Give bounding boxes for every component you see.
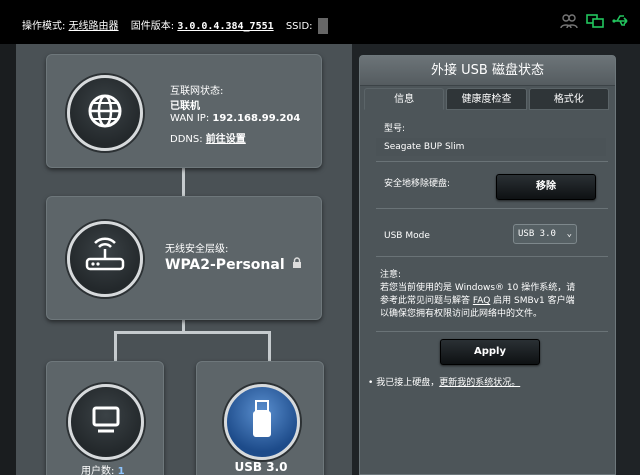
connector-internet-router xyxy=(182,168,185,196)
clients-row: 用户数: 1 xyxy=(81,462,125,475)
apply-button[interactable]: Apply xyxy=(440,339,540,365)
safe-remove-label: 安全地移除硬盘: xyxy=(384,179,451,189)
usb-icon[interactable] xyxy=(612,13,630,29)
ddns-row: DDNS: 前往设置 xyxy=(170,130,246,145)
panel-title: 外接 USB 磁盘状态 xyxy=(360,56,615,86)
router-box[interactable]: 无线安全层级: WPA2-Personal xyxy=(46,196,322,320)
wan-ip-value: 192.168.99.204 xyxy=(212,113,301,124)
status-text: 我已接上硬盘， xyxy=(376,378,440,388)
ddns-label: DDNS: xyxy=(170,134,203,145)
wan-ip-row: WAN IP: 192.168.99.204 xyxy=(170,113,300,124)
chevron-down-icon: ⌄ xyxy=(566,229,572,239)
usb-status-panel: 外接 USB 磁盘状态 信息 健康度检查 格式化 型号: Seagate BUP… xyxy=(359,55,616,475)
wireless-security-label: 无线安全层级: xyxy=(165,244,229,255)
usb-mode-label: USB Mode xyxy=(384,231,430,241)
usb-box[interactable]: USB 3.0 xyxy=(196,361,324,475)
wan-ip-label: WAN IP: xyxy=(170,113,210,124)
network-map: 互联网状态: 已联机 WAN IP: 192.168.99.204 DDNS: … xyxy=(0,44,352,475)
monitor-icon xyxy=(88,402,124,442)
firmware-link[interactable]: 3.0.0.4.384_7551 xyxy=(177,21,273,32)
internet-status-label: 互联网状态: xyxy=(170,86,224,97)
usb-drive-icon xyxy=(244,399,280,445)
internet-status-box[interactable]: 互联网状态: 已联机 WAN IP: 192.168.99.204 DDNS: … xyxy=(46,54,322,168)
note-line-2: 参考此常见问题与解答 FAQ 启用 SMBv1 客户端 xyxy=(380,295,610,308)
internet-status-value: 已联机 xyxy=(170,101,200,112)
panel-tabs: 信息 健康度检查 格式化 xyxy=(364,88,611,110)
connector-clients xyxy=(114,331,117,361)
map-left-edge xyxy=(0,44,16,475)
usb-mode-value: USB 3.0 xyxy=(518,229,556,239)
clients-count[interactable]: 1 xyxy=(118,466,125,475)
router-circle[interactable] xyxy=(67,221,143,297)
tab-format[interactable]: 格式化 xyxy=(528,88,609,110)
note-title: 注意: xyxy=(380,270,402,280)
mode-label: 操作模式: xyxy=(22,21,66,32)
usb-circle[interactable] xyxy=(224,384,300,460)
lock-icon xyxy=(292,257,302,273)
status-line: • 我已接上硬盘，更新我的系统状况。 xyxy=(368,375,520,388)
model-value: Seagate BUP Slim xyxy=(376,138,606,156)
note-text-3: 启用 SMBv1 客户端 xyxy=(490,296,575,306)
clients-box[interactable]: 用户数: 1 xyxy=(46,361,164,475)
clients-label: 用户数: xyxy=(81,466,115,475)
users-icon[interactable] xyxy=(560,13,578,29)
note-line-4: 以确保您拥有权限访问此网络中的文件。 xyxy=(380,309,543,319)
connector-horizontal xyxy=(114,331,270,334)
globe-icon xyxy=(85,91,125,135)
ssid-label: SSID: xyxy=(285,21,313,32)
top-bar: 操作模式: 无线路由器 固件版本: 3.0.0.4.384_7551 SSID: xyxy=(0,0,640,44)
internet-circle[interactable] xyxy=(67,75,143,151)
model-label: 型号: xyxy=(384,124,406,134)
wireless-security-value: WPA2-Personal xyxy=(165,257,285,273)
connector-usb xyxy=(268,331,271,361)
divider-3 xyxy=(376,256,608,257)
wireless-security-row: WPA2-Personal xyxy=(165,257,302,273)
remove-button[interactable]: 移除 xyxy=(496,174,596,200)
tab-info[interactable]: 信息 xyxy=(364,88,445,110)
usb-mode-select[interactable]: USB 3.0 ⌄ xyxy=(513,224,577,244)
ssid-redacted xyxy=(317,18,328,34)
router-icon xyxy=(83,237,127,281)
status-bullet: • xyxy=(368,378,374,388)
divider-1 xyxy=(376,161,608,162)
note-line-1: 若您当前使用的是 Windows® 10 操作系统，请 xyxy=(380,283,576,293)
clients-circle[interactable] xyxy=(68,384,144,460)
mode-link[interactable]: 无线路由器 xyxy=(69,21,119,32)
faq-link[interactable]: FAQ xyxy=(473,296,490,306)
note-text-2: 参考此常见问题与解答 xyxy=(380,296,473,306)
network-status-icon[interactable] xyxy=(586,13,604,29)
note-block: 注意: 若您当前使用的是 Windows® 10 操作系统，请 参考此常见问题与… xyxy=(380,269,610,321)
ddns-link[interactable]: 前往设置 xyxy=(206,134,246,145)
tab-health-check[interactable]: 健康度检查 xyxy=(446,88,527,110)
usb-label: USB 3.0 xyxy=(234,460,288,474)
firmware-label: 固件版本: xyxy=(130,21,175,32)
divider-2 xyxy=(376,208,608,209)
refresh-status-link[interactable]: 更新我的系统状况。 xyxy=(439,378,520,388)
divider-4 xyxy=(376,331,608,332)
